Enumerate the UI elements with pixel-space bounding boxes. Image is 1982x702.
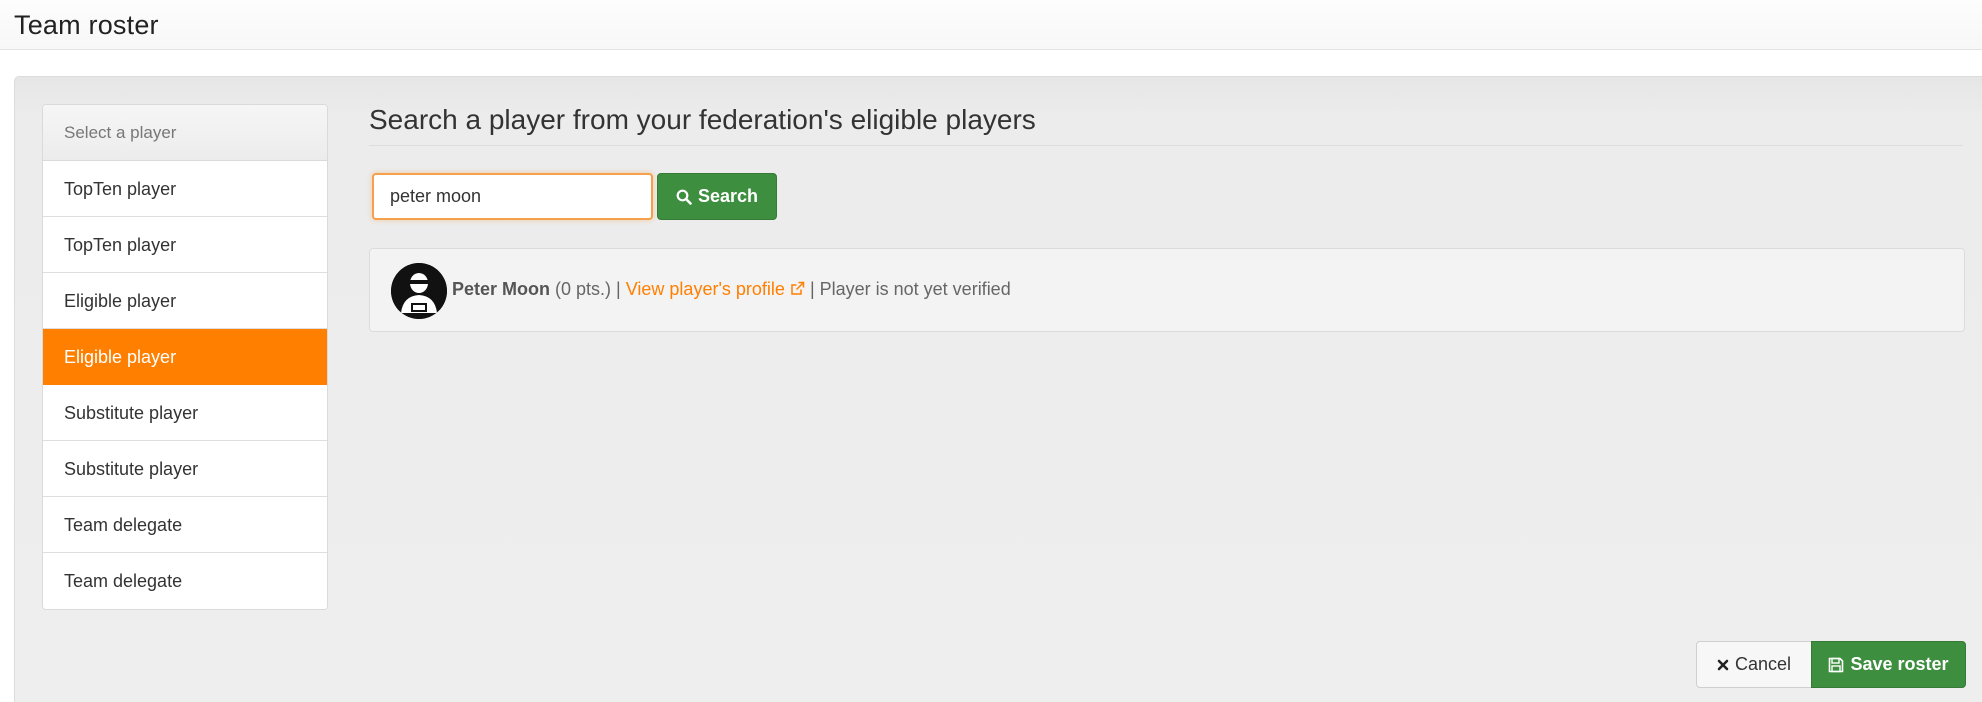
save-roster-label: Save roster — [1850, 654, 1949, 674]
player-name: Peter Moon — [452, 279, 551, 299]
search-button-label: Search — [697, 186, 759, 206]
sidebar-item-topten-player-1[interactable]: TopTen player — [43, 161, 327, 217]
search-result: Peter Moon (0 pts.) | View player's prof… — [369, 248, 1965, 332]
cancel-button[interactable]: Cancel — [1696, 641, 1812, 688]
sidebar-header: Select a player — [43, 105, 327, 161]
search-heading: Search a player from your federation's e… — [369, 104, 1963, 146]
sidebar-item-team-delegate-2[interactable]: Team delegate — [43, 553, 327, 609]
player-points: (0 pts.) — [555, 279, 612, 299]
sidebar-item-eligible-player-1[interactable]: Eligible player — [43, 273, 327, 329]
separator: | — [804, 279, 820, 299]
save-roster-button[interactable]: Save roster — [1811, 641, 1966, 688]
sidebar-item-team-delegate-1[interactable]: Team delegate — [43, 497, 327, 553]
search-icon — [676, 189, 692, 205]
player-type-list: Select a player TopTen player TopTen pla… — [42, 104, 328, 610]
result-line: Peter Moon (0 pts.) | View player's prof… — [452, 279, 1011, 300]
search-input[interactable] — [372, 173, 653, 220]
separator: | — [611, 279, 626, 299]
external-link-icon — [790, 281, 805, 296]
player-avatar — [391, 263, 447, 319]
page-title: Team roster — [14, 10, 159, 40]
sidebar-item-substitute-player-2[interactable]: Substitute player — [43, 441, 327, 497]
sidebar-item-topten-player-2[interactable]: TopTen player — [43, 217, 327, 273]
verification-status: Player is not yet verified — [819, 279, 1011, 299]
page-header: Team roster — [0, 0, 1982, 50]
sidebar-item-eligible-player-2[interactable]: Eligible player — [43, 329, 327, 385]
close-icon — [1717, 659, 1729, 671]
sidebar-item-substitute-player-1[interactable]: Substitute player — [43, 385, 327, 441]
view-profile-link[interactable]: View player's profile — [626, 279, 805, 299]
player-silhouette-icon — [391, 263, 447, 319]
search-button[interactable]: Search — [657, 173, 777, 220]
floppy-disk-icon — [1828, 657, 1844, 673]
cancel-label: Cancel — [1734, 654, 1792, 674]
view-profile-label: View player's profile — [625, 279, 785, 299]
